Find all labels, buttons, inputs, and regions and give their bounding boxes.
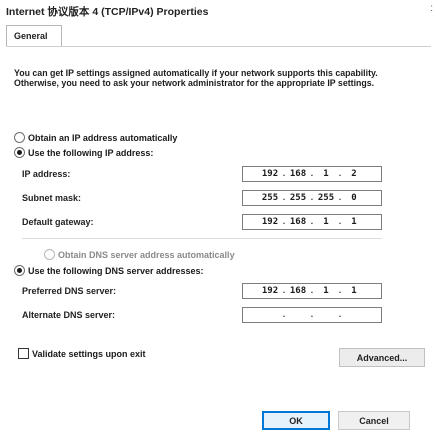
ip-octet: 255 — [317, 193, 335, 203]
ip-octet: 1 — [323, 217, 329, 227]
ip-octet: 255 — [261, 193, 279, 203]
alternate-dns-label: Alternate DNS server: — [22, 310, 116, 320]
dns-auto-label: Obtain DNS server address automatically — [58, 249, 235, 260]
edge-mark: : — [430, 3, 433, 14]
dns-auto-radio[interactable] — [44, 249, 55, 260]
ip-octet: 192 — [261, 169, 279, 179]
ip-octet: 255 — [289, 193, 307, 203]
ip-octet: 1 — [351, 286, 357, 296]
dns-manual-label: Use the following DNS server addresses: — [28, 265, 204, 276]
default-gateway-input[interactable]: 192. 168. 1. 1 — [242, 214, 382, 230]
ip-address-input[interactable]: 192. 168. 1. 2 — [242, 166, 382, 182]
ip-octet: 168 — [289, 169, 307, 179]
dns-manual-radio[interactable] — [14, 265, 25, 276]
validate-settings-label: Validate settings upon exit — [32, 348, 146, 359]
ip-octet: 2 — [351, 169, 357, 179]
ip-octet: 0 — [351, 193, 357, 203]
preferred-dns-input[interactable]: 192. 168. 1. 1 — [242, 283, 382, 299]
dns-auto-option[interactable]: Obtain DNS server address automatically — [44, 248, 235, 261]
dns-manual-option[interactable]: Use the following DNS server addresses: — [14, 264, 204, 277]
window-title: Internet 协议版本 4 (TCP/IPv4) Properties — [6, 6, 209, 18]
ok-button[interactable]: OK — [262, 411, 330, 430]
tab-general[interactable]: General — [6, 25, 62, 47]
ip-octet: 168 — [289, 286, 307, 296]
ip-auto-option[interactable]: Obtain an IP address automatically — [14, 131, 177, 144]
validate-settings-checkbox[interactable] — [18, 348, 29, 359]
cancel-button[interactable]: Cancel — [338, 411, 410, 430]
ip-octet: 1 — [351, 217, 357, 227]
ip-auto-label: Obtain an IP address automatically — [28, 132, 178, 143]
validate-settings-option[interactable]: Validate settings upon exit — [18, 348, 146, 359]
section-divider — [22, 238, 382, 239]
default-gateway-label: Default gateway: — [22, 217, 94, 227]
intro-text: You can get IP settings assigned automat… — [14, 68, 378, 88]
ip-manual-option[interactable]: Use the following IP address: — [14, 146, 153, 159]
ip-manual-label: Use the following IP address: — [28, 147, 154, 158]
ip-octet: 168 — [289, 217, 307, 227]
ip-octet: 1 — [323, 169, 329, 179]
alternate-dns-input[interactable]: . . . — [242, 307, 382, 323]
ip-auto-radio[interactable] — [14, 132, 25, 143]
subnet-mask-input[interactable]: 255. 255. 255. 0 — [242, 190, 382, 206]
ip-address-label: IP address: — [22, 169, 71, 179]
preferred-dns-label: Preferred DNS server: — [22, 286, 117, 296]
advanced-button[interactable]: Advanced... — [339, 348, 425, 367]
tab-strip: General — [0, 22, 437, 47]
ip-octet: 1 — [323, 286, 329, 296]
ip-manual-radio[interactable] — [14, 147, 25, 158]
ip-octet: 192 — [261, 217, 279, 227]
subnet-mask-label: Subnet mask: — [22, 193, 82, 203]
ip-octet: 192 — [261, 286, 279, 296]
title-bar: Internet 协议版本 4 (TCP/IPv4) Properties : — [0, 0, 437, 22]
